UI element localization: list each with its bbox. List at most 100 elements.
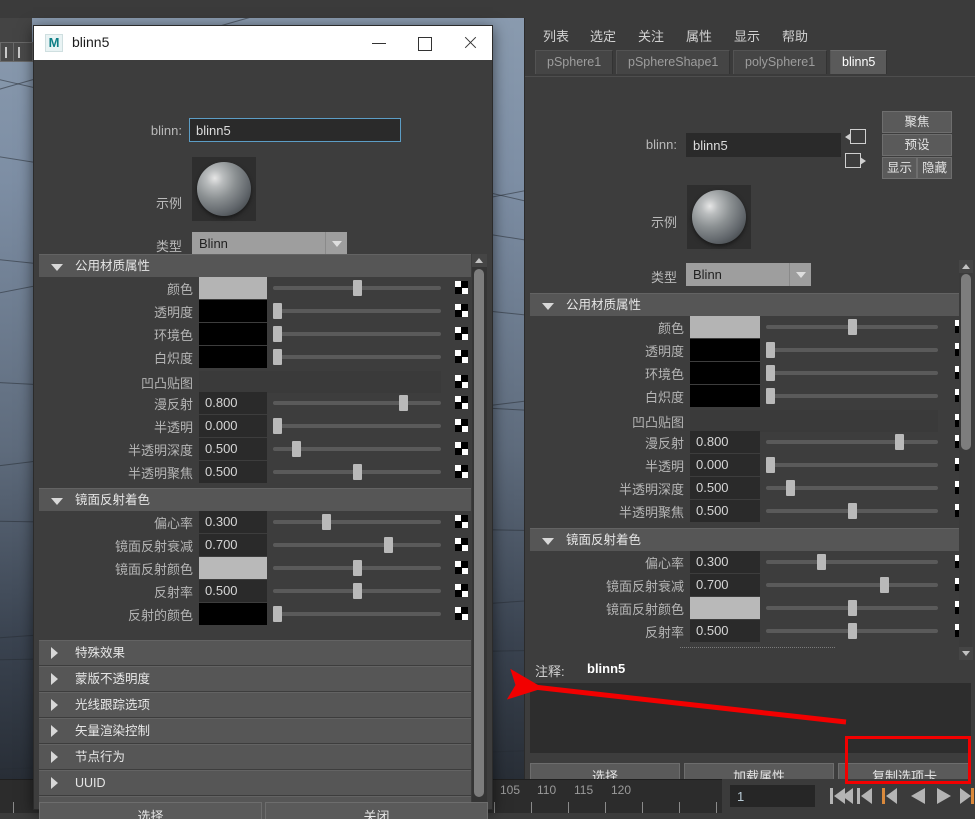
attribute-slider[interactable] <box>273 511 441 533</box>
attribute-value-field[interactable]: 0.500 <box>199 580 267 602</box>
slider-thumb[interactable] <box>273 606 282 622</box>
slider-thumb[interactable] <box>880 577 889 593</box>
chevron-down-icon[interactable] <box>325 232 347 255</box>
attribute-slider[interactable] <box>766 597 938 619</box>
current-frame-input[interactable] <box>730 785 815 807</box>
attribute-slider[interactable] <box>273 557 441 579</box>
attribute-color-swatch[interactable] <box>690 339 760 361</box>
map-button-icon[interactable] <box>455 281 468 294</box>
map-button-icon[interactable] <box>455 607 468 620</box>
tab-polysphere1[interactable]: polySphere1 <box>733 50 828 74</box>
attribute-slider[interactable] <box>273 580 441 602</box>
attribute-value-field[interactable]: 0.800 <box>690 431 760 453</box>
section-header-common-material[interactable]: 公用材质属性 <box>39 254 471 277</box>
scroll-down-arrow[interactable] <box>959 647 973 660</box>
menu-item-attributes[interactable]: 属性 <box>682 25 716 46</box>
attribute-slider[interactable] <box>273 534 441 556</box>
attribute-value-field[interactable]: 0.000 <box>199 415 267 437</box>
tab-psphere1[interactable]: pSphere1 <box>535 50 614 74</box>
slider-thumb[interactable] <box>766 457 775 473</box>
attribute-slider[interactable] <box>273 277 441 299</box>
slider-thumb[interactable] <box>353 280 362 296</box>
attribute-map-field[interactable] <box>690 410 938 432</box>
attribute-slider[interactable] <box>273 392 441 414</box>
attribute-slider[interactable] <box>273 415 441 437</box>
dialog-titlebar[interactable]: M blinn5 <box>34 26 492 60</box>
map-button-icon[interactable] <box>455 561 468 574</box>
map-button-icon[interactable] <box>455 465 468 478</box>
step-back-frame-icon[interactable] <box>880 785 902 807</box>
scrollbar-thumb[interactable] <box>474 269 484 797</box>
slider-thumb[interactable] <box>895 434 904 450</box>
slider-thumb[interactable] <box>848 503 857 519</box>
slider-thumb[interactable] <box>273 418 282 434</box>
attribute-color-swatch[interactable] <box>690 597 760 619</box>
dlg-close-button[interactable]: 关闭 <box>265 802 488 819</box>
attribute-color-swatch[interactable] <box>199 277 267 299</box>
attribute-value-field[interactable]: 0.300 <box>199 511 267 533</box>
menu-item-selected[interactable]: 选定 <box>586 25 620 46</box>
minimize-icon[interactable] <box>357 26 402 60</box>
scroll-up-arrow[interactable] <box>959 260 973 273</box>
attribute-slider[interactable] <box>273 438 441 460</box>
slider-thumb[interactable] <box>273 303 282 319</box>
slider-thumb[interactable] <box>817 554 826 570</box>
attribute-color-swatch[interactable] <box>199 300 267 322</box>
dlg-select-button[interactable]: 选择 <box>39 802 262 819</box>
play-backwards-icon[interactable] <box>907 785 929 807</box>
slider-thumb[interactable] <box>353 464 362 480</box>
slider-thumb[interactable] <box>273 349 282 365</box>
attribute-slider[interactable] <box>766 551 938 573</box>
map-button-icon[interactable] <box>455 515 468 528</box>
hide-button[interactable]: 隐藏 <box>917 157 952 179</box>
input-connection-icon[interactable] <box>845 129 867 147</box>
close-icon[interactable] <box>447 26 492 60</box>
map-button-icon[interactable] <box>455 538 468 551</box>
attribute-value-field[interactable]: 0.300 <box>690 551 760 573</box>
attribute-slider[interactable] <box>273 461 441 483</box>
scroll-up-arrow[interactable] <box>472 254 487 267</box>
attribute-color-swatch[interactable] <box>690 385 760 407</box>
slider-thumb[interactable] <box>848 600 857 616</box>
attribute-slider[interactable] <box>766 477 938 499</box>
map-button-icon[interactable] <box>455 327 468 340</box>
attribute-editor-scrollbar[interactable] <box>959 260 973 660</box>
attribute-slider[interactable] <box>273 346 441 368</box>
attribute-slider[interactable] <box>766 385 938 407</box>
step-forward-frame-icon[interactable] <box>960 785 975 807</box>
section-header-raytrace-options[interactable]: 光线跟踪选项 <box>39 692 471 717</box>
attribute-map-field[interactable] <box>199 371 441 393</box>
step-back-keyframe-icon[interactable] <box>855 785 877 807</box>
section-header-special-effects[interactable]: 特殊效果 <box>39 640 471 665</box>
dlg-type-select[interactable]: Blinn <box>192 232 347 255</box>
attribute-slider[interactable] <box>766 454 938 476</box>
attribute-value-field[interactable]: 0.500 <box>690 620 760 642</box>
go-to-start-icon[interactable] <box>830 785 853 807</box>
maximize-icon[interactable] <box>402 26 447 60</box>
ae-name-input[interactable] <box>686 133 841 157</box>
section-header-matte-opacity[interactable]: 蒙版不透明度 <box>39 666 471 691</box>
attribute-slider[interactable] <box>766 620 938 642</box>
attribute-slider[interactable] <box>273 323 441 345</box>
slider-thumb[interactable] <box>353 560 362 576</box>
map-button-icon[interactable] <box>455 396 468 409</box>
map-button-icon[interactable] <box>455 442 468 455</box>
tab-psphereshape1[interactable]: pSphereShape1 <box>616 50 731 74</box>
play-forwards-icon[interactable] <box>934 785 956 807</box>
attribute-slider[interactable] <box>766 339 938 361</box>
show-button[interactable]: 显示 <box>882 157 917 179</box>
attribute-value-field[interactable]: 0.500 <box>199 438 267 460</box>
section-header-node-behavior[interactable]: 节点行为 <box>39 744 471 769</box>
map-button-icon[interactable] <box>455 304 468 317</box>
attribute-color-swatch[interactable] <box>199 323 267 345</box>
chevron-down-icon[interactable] <box>789 263 811 286</box>
attribute-color-swatch[interactable] <box>690 316 760 338</box>
dlg-name-input[interactable] <box>189 118 401 142</box>
slider-thumb[interactable] <box>766 388 775 404</box>
map-button-icon[interactable] <box>455 350 468 363</box>
slider-thumb[interactable] <box>322 514 331 530</box>
slider-thumb[interactable] <box>848 623 857 639</box>
attribute-color-swatch[interactable] <box>690 362 760 384</box>
attribute-slider[interactable] <box>273 300 441 322</box>
slider-thumb[interactable] <box>766 342 775 358</box>
